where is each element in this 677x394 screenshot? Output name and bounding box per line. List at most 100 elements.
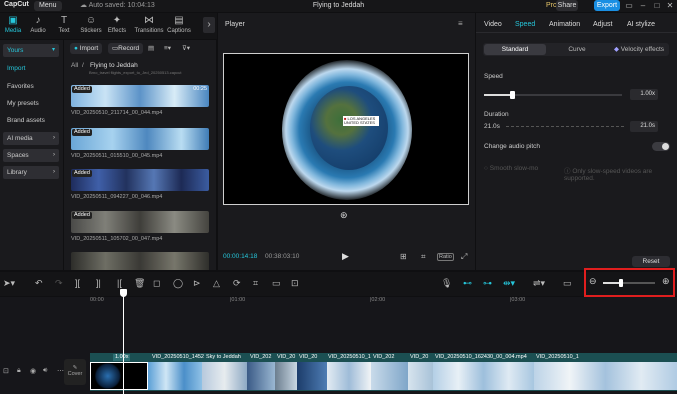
video-canvas[interactable]: ■ LOS ANGELES UNITED STATES — [223, 53, 469, 205]
track-audio-icon[interactable]: 🔊︎ — [43, 367, 47, 375]
playhead-handle[interactable] — [120, 289, 127, 297]
clip-thumbnail[interactable] — [90, 362, 148, 390]
smart-tool-icon[interactable]: ⊡ — [291, 277, 299, 289]
zoom-in-icon[interactable]: ⊕ — [662, 276, 670, 287]
tab-adjust[interactable]: Adjust — [593, 21, 612, 28]
select-tool-icon[interactable]: ➤▾ — [3, 277, 15, 289]
clip-thumbnail[interactable] — [534, 362, 677, 390]
media-clip[interactable]: Added — [71, 128, 209, 150]
segment-velocity[interactable]: ◆ Velocity effects — [609, 44, 669, 55]
play-icon[interactable]: ▶ — [342, 251, 349, 262]
clip-thumbnail[interactable] — [408, 362, 433, 390]
reverse-icon[interactable]: ⊳ — [193, 277, 201, 289]
freeze-icon[interactable]: ◻ — [153, 277, 160, 289]
duration-input[interactable]: 21.0s — [630, 121, 658, 132]
track-more-icon[interactable]: ⋯ — [57, 367, 64, 375]
tool-transitions[interactable]: ⋈ Transitions — [134, 15, 164, 37]
split-right-icon[interactable]: |[ — [117, 277, 122, 289]
clip-thumbnail[interactable] — [148, 362, 202, 390]
nav-my-presets[interactable]: My presets — [3, 97, 59, 110]
tab-video[interactable]: Video — [484, 21, 502, 28]
ratio-button[interactable]: Ratio — [437, 253, 454, 261]
zoom-slider-handle[interactable] — [619, 279, 623, 287]
segment-standard[interactable]: Standard — [484, 44, 546, 55]
track-lock-icon[interactable]: 🔒︎ — [17, 367, 21, 375]
split-icon[interactable]: ][ — [75, 277, 80, 289]
breadcrumb-folder[interactable]: Flying to Jeddah — [90, 62, 138, 69]
export-button[interactable]: Export — [594, 0, 620, 11]
cover-button[interactable]: ✎ Cover — [64, 359, 86, 385]
close-icon[interactable]: ✕ — [663, 0, 677, 11]
rotate-icon[interactable]: ⊛ — [340, 210, 348, 221]
maximize-icon[interactable]: □ — [650, 0, 664, 11]
track-lock-icon[interactable]: ⊡ — [3, 367, 9, 375]
tab-animation[interactable]: Animation — [549, 21, 580, 28]
tool-text[interactable]: T Text — [52, 15, 76, 37]
nav-import[interactable]: Import — [3, 62, 59, 75]
media-clip[interactable]: Added — [71, 169, 209, 191]
nav-ai-media[interactable]: AI media › — [3, 132, 59, 145]
import-button[interactable]: ● Import — [70, 43, 103, 54]
clip-thumbnail[interactable] — [275, 362, 297, 390]
media-clip[interactable] — [71, 252, 209, 270]
speed-slider-handle[interactable] — [510, 91, 515, 99]
nav-brand-assets[interactable]: Brand assets — [3, 114, 59, 127]
tool-media[interactable]: ▣ Media — [1, 15, 25, 37]
share-button[interactable]: Share — [556, 0, 578, 11]
nav-library[interactable]: Library › — [3, 166, 59, 179]
track-visibility-icon[interactable]: ◉ — [30, 367, 36, 375]
tool-effects[interactable]: ✦ Effects — [105, 15, 129, 37]
main-video-track[interactable]: 1.00x VID_20250510_1452 Sky to Jeddah VI… — [90, 353, 677, 391]
microphone-icon[interactable]: 🎙︎ — [441, 277, 452, 289]
clip-thumbnail[interactable] — [247, 362, 275, 390]
timeline-ruler[interactable]: 00:00 |01:00 |02:00 |03:00 — [88, 297, 677, 307]
nav-spaces[interactable]: Spaces › — [3, 149, 59, 162]
sort-icon[interactable]: ≡▾ — [160, 43, 175, 54]
clip-thumbnail[interactable] — [327, 362, 371, 390]
filter-icon[interactable]: ⊽▾ — [178, 43, 194, 54]
fit-icon[interactable]: ⊞ — [400, 252, 407, 261]
speed-value-input[interactable]: 1.00x — [630, 89, 658, 100]
auto-reframe-icon[interactable]: ▭ — [272, 277, 281, 289]
pitch-toggle[interactable] — [652, 142, 670, 151]
clip-thumbnail[interactable] — [297, 362, 327, 390]
tool-audio[interactable]: ♪ Audio — [26, 15, 50, 37]
zoom-slider-track[interactable] — [603, 279, 655, 287]
zoom-out-icon[interactable]: ⊖ — [589, 276, 597, 287]
segment-curve[interactable]: Curve — [547, 44, 607, 55]
nav-yours[interactable]: Yours ▾ — [3, 44, 59, 57]
magnet-icon[interactable]: ⊷ — [463, 277, 472, 289]
layout-icon[interactable]: ▭ — [622, 0, 636, 11]
tab-ai-stylize[interactable]: AI stylize — [627, 21, 655, 28]
playhead[interactable] — [120, 289, 127, 394]
clip-thumbnail[interactable] — [433, 362, 534, 390]
record-button[interactable]: ▭Record — [108, 43, 144, 54]
crop-tool-icon[interactable]: ⌗ — [253, 277, 258, 289]
tool-stickers[interactable]: ☺ Stickers — [79, 15, 103, 37]
layout-switch-icon[interactable]: ⇌▾ — [533, 277, 545, 289]
tab-speed[interactable]: Speed — [515, 21, 535, 28]
crop-icon[interactable]: ⌗ — [421, 252, 426, 262]
speed-slider-track[interactable] — [484, 91, 622, 99]
tool-captions[interactable]: ▤ Captions — [166, 15, 192, 37]
linkage-icon[interactable]: ⊶ — [483, 277, 492, 289]
redo-icon[interactable]: ↷ — [55, 277, 63, 289]
mask-icon[interactable]: ◯ — [173, 277, 183, 289]
rotate-tool-icon[interactable]: ⟳ — [233, 277, 241, 289]
clip-thumbnail[interactable] — [371, 362, 408, 390]
media-clip[interactable]: Added 00:25 — [71, 85, 209, 107]
undo-icon[interactable]: ↶ — [35, 277, 43, 289]
mirror-icon[interactable]: △ — [213, 277, 220, 289]
menu-button[interactable]: Menu — [34, 1, 62, 11]
delete-icon[interactable]: 🗑︎ — [134, 277, 145, 289]
toolbar-more-button[interactable]: › — [203, 17, 215, 33]
player-menu-icon[interactable]: ≡ — [458, 19, 463, 28]
reset-button[interactable]: Reset — [632, 256, 670, 267]
fullscreen-icon[interactable]: ⤢ — [461, 252, 467, 262]
media-clip[interactable]: Added — [71, 211, 209, 233]
preview-axis-icon[interactable]: ⇹▾ — [503, 277, 515, 289]
caption-icon[interactable]: ▭ — [563, 277, 572, 289]
breadcrumb-all[interactable]: All — [71, 62, 78, 69]
view-toggle-icon[interactable]: ▤ — [144, 43, 158, 54]
nav-favorites[interactable]: Favorites — [3, 80, 59, 93]
